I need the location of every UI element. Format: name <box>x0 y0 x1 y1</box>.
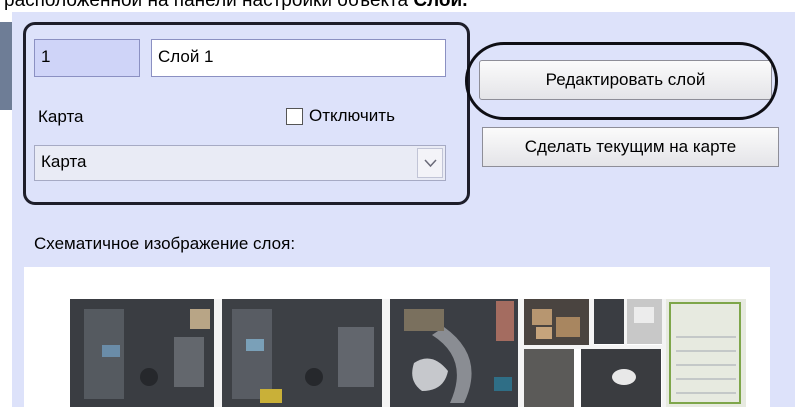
make-current-on-map-button[interactable]: Сделать текущим на карте <box>482 127 779 167</box>
window-edge-stub <box>0 22 12 110</box>
caption-prefix: расположенной на панели настройки объект… <box>4 0 414 11</box>
layer-id-value: 1 <box>41 47 51 66</box>
layer-settings-panel: 1 Слой 1 Карта Отключить Карта Редактиро… <box>12 12 795 407</box>
layer-name-value: Слой 1 <box>158 47 214 66</box>
disable-checkbox-label: Отключить <box>309 106 395 125</box>
edit-layer-button-label: Редактировать слой <box>545 70 706 89</box>
map-select-dropdown-button[interactable] <box>417 148 443 178</box>
layer-id-field[interactable]: 1 <box>34 39 140 77</box>
floor-plan-image <box>24 267 770 407</box>
map-select[interactable]: Карта <box>34 145 446 181</box>
disable-checkbox-row[interactable]: Отключить <box>286 104 395 128</box>
window-edge <box>0 12 12 407</box>
caption-object-name: Слой. <box>413 0 468 11</box>
document-caption: расположенной на панели настройки объект… <box>0 0 795 12</box>
schematic-label: Схематичное изображение слоя: <box>34 234 296 253</box>
disable-checkbox[interactable] <box>286 107 303 125</box>
map-select-value: Карта <box>41 152 87 171</box>
chevron-down-icon <box>424 159 437 168</box>
layer-name-field[interactable]: Слой 1 <box>151 39 446 77</box>
caption-text: расположенной на панели настройки объект… <box>4 0 468 12</box>
edit-layer-button[interactable]: Редактировать слой <box>479 60 772 100</box>
map-label: Карта <box>38 107 84 126</box>
make-current-button-label: Сделать текущим на карте <box>524 137 737 156</box>
layer-schematic-preview <box>24 267 770 407</box>
